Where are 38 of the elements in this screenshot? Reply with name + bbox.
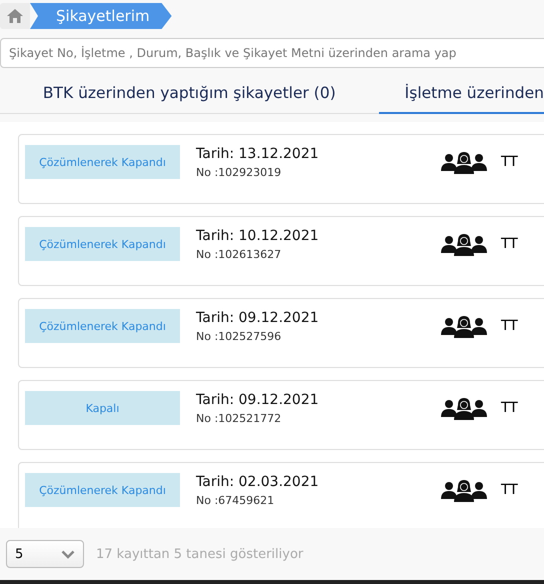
complaint-number: No :67459621 bbox=[196, 494, 276, 506]
status-badge: Çözümlenerek Kapandı bbox=[25, 309, 180, 343]
status-badge: Çözümlenerek Kapandı bbox=[25, 227, 180, 261]
complaint-number: No :102923019 bbox=[196, 166, 282, 178]
complaint-card[interactable]: Çözümlenerek Kapandı Tarih: 02.03.2021 No :67459621 TT bbox=[18, 462, 544, 528]
chevron-down-icon bbox=[61, 550, 75, 558]
people-group-icon bbox=[441, 314, 487, 338]
people-group-icon bbox=[441, 478, 487, 502]
complaint-date: Tarih: 02.03.2021 bbox=[196, 474, 320, 490]
operator-name: TT bbox=[501, 318, 518, 334]
home-icon bbox=[6, 8, 24, 24]
people-group-icon bbox=[441, 150, 487, 174]
status-badge: Çözümlenerek Kapandı bbox=[25, 473, 180, 507]
complaint-card[interactable]: Kapalı Tarih: 09.12.2021 No :102521772 TT bbox=[18, 380, 544, 450]
complaint-card[interactable]: Çözümlenerek Kapandı Tarih: 09.12.2021 No :102527596 TT bbox=[18, 298, 544, 368]
people-group-icon bbox=[441, 396, 487, 420]
operator-name: TT bbox=[501, 400, 518, 416]
complaint-date: Tarih: 09.12.2021 bbox=[196, 310, 320, 326]
search-field[interactable]: Şikayet No, İşletme , Durum, Başlık ve Şikayet Metni üzerinden arama yap bbox=[0, 38, 544, 68]
operator-name: TT bbox=[501, 482, 518, 498]
page-size-select[interactable]: 5 bbox=[6, 540, 84, 568]
status-badge: Çözümlenerek Kapandı bbox=[25, 145, 180, 179]
complaint-date: Tarih: 10.12.2021 bbox=[196, 228, 320, 244]
tab[interactable]: BTK üzerinden yaptığım şikayetler (0) bbox=[0, 74, 379, 114]
complaint-number: No :102613627 bbox=[196, 248, 282, 260]
complaint-number: No :102527596 bbox=[196, 330, 282, 342]
complaint-date: Tarih: 13.12.2021 bbox=[196, 146, 320, 162]
complaint-number: No :102521772 bbox=[196, 412, 282, 424]
operator-name: TT bbox=[501, 236, 518, 252]
people-group-icon bbox=[441, 232, 487, 256]
record-count: 17 kayıttan 5 tanesi gösteriliyor bbox=[96, 546, 304, 562]
complaint-card[interactable]: Çözümlenerek Kapandı Tarih: 13.12.2021 No :102923019 TT bbox=[18, 134, 544, 204]
status-badge: Kapalı bbox=[25, 391, 180, 425]
tab[interactable]: İşletme üzerinden bbox=[378, 74, 544, 114]
complaint-date: Tarih: 09.12.2021 bbox=[196, 392, 320, 408]
complaint-card[interactable]: Çözümlenerek Kapandı Tarih: 10.12.2021 No :102613627 TT bbox=[18, 216, 544, 286]
home-button[interactable] bbox=[0, 3, 30, 29]
operator-name: TT bbox=[501, 154, 518, 170]
